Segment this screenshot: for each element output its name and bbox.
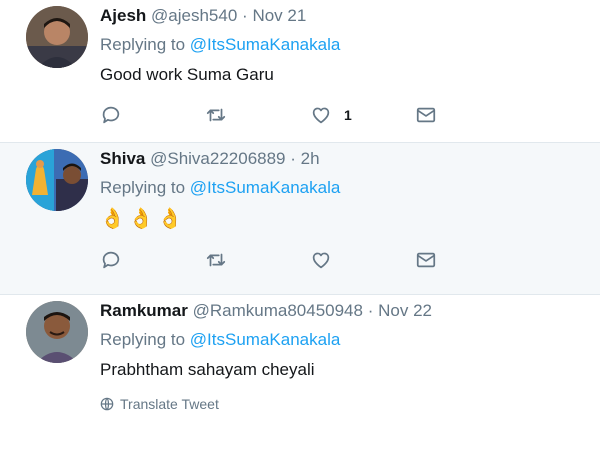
like-button[interactable]: 1: [310, 104, 415, 126]
tweet-actions: [100, 248, 588, 282]
tweet-shiva[interactable]: Shiva @Shiva22206889 · 2h Replying to @I…: [0, 143, 600, 295]
replying-to: Replying to @ItsSumaKanakala: [100, 35, 588, 55]
reply-icon: [102, 251, 120, 269]
tweet-ajesh[interactable]: Ajesh @ajesh540 · Nov 21 Replying to @It…: [0, 0, 600, 143]
tweet-header: Ramkumar @Ramkuma80450948 · Nov 22: [100, 301, 588, 321]
tweet-actions: 1: [100, 103, 588, 137]
retweet-button[interactable]: [205, 104, 310, 126]
replying-prefix: Replying to: [100, 330, 186, 349]
display-name[interactable]: Ramkumar: [100, 301, 188, 320]
like-button[interactable]: [310, 249, 415, 271]
timestamp[interactable]: Nov 21: [252, 6, 306, 25]
separator: ·: [290, 149, 296, 168]
timestamp[interactable]: Nov 22: [378, 301, 432, 320]
reply-button[interactable]: [100, 104, 205, 126]
tweet-text: Prabhtham sahayam cheyali: [100, 360, 315, 379]
tweet-text: 👌👌👌: [100, 208, 187, 230]
reply-button[interactable]: [100, 249, 205, 271]
separator: ·: [367, 301, 374, 320]
retweet-icon: [206, 253, 226, 267]
avatar[interactable]: [26, 149, 88, 211]
like-icon: [312, 107, 330, 124]
like-count: 1: [344, 107, 352, 123]
replying-prefix: Replying to: [100, 178, 186, 197]
translate-tweet-link[interactable]: Translate Tweet: [100, 396, 588, 412]
direct-message-icon: [416, 107, 436, 123]
reply-icon: [102, 106, 120, 124]
mention-link[interactable]: @ItsSumaKanakala: [190, 178, 341, 197]
display-name[interactable]: Ajesh: [100, 6, 146, 25]
direct-message-button[interactable]: [415, 104, 520, 126]
separator: ·: [242, 6, 248, 25]
globe-icon: [100, 397, 114, 411]
replying-to: Replying to @ItsSumaKanakala: [100, 330, 588, 350]
like-icon: [312, 252, 330, 269]
translate-label: Translate Tweet: [120, 396, 219, 412]
retweet-icon: [206, 108, 226, 122]
display-name[interactable]: Shiva: [100, 149, 145, 168]
avatar[interactable]: [26, 301, 88, 363]
user-handle[interactable]: @ajesh540: [151, 6, 237, 25]
avatar[interactable]: [26, 6, 88, 68]
tweet-header: Ajesh @ajesh540 · Nov 21: [100, 6, 588, 26]
timestamp[interactable]: 2h: [301, 149, 320, 168]
mention-link[interactable]: @ItsSumaKanakala: [190, 330, 341, 349]
user-handle[interactable]: @Ramkuma80450948: [193, 301, 363, 320]
replying-to: Replying to @ItsSumaKanakala: [100, 178, 588, 198]
direct-message-button[interactable]: [415, 249, 520, 271]
replying-prefix: Replying to: [100, 35, 186, 54]
tweet-text: Good work Suma Garu: [100, 65, 274, 84]
direct-message-icon: [416, 252, 436, 268]
user-handle[interactable]: @Shiva22206889: [150, 149, 285, 168]
tweet-ramkumar[interactable]: Ramkumar @Ramkuma80450948 · Nov 22 Reply…: [0, 295, 600, 450]
retweet-button[interactable]: [205, 249, 310, 271]
tweet-header: Shiva @Shiva22206889 · 2h: [100, 149, 588, 169]
mention-link[interactable]: @ItsSumaKanakala: [190, 35, 341, 54]
